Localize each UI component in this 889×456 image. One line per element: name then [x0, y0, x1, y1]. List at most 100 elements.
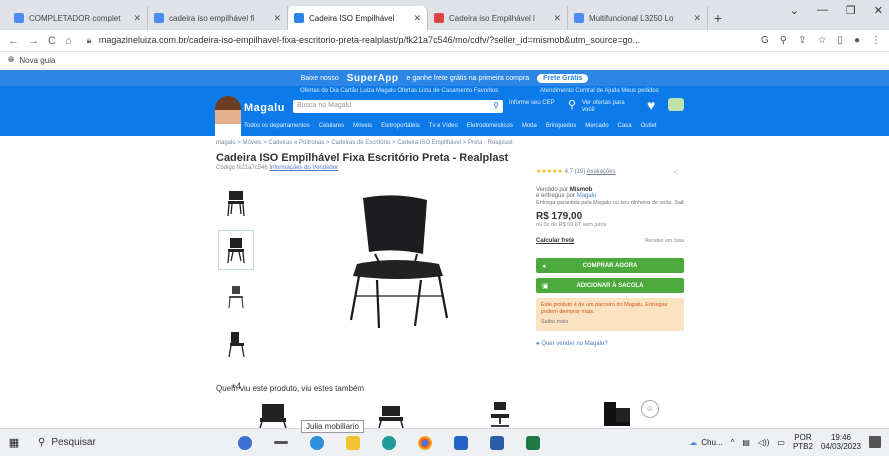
notifications-icon[interactable]: [869, 436, 881, 448]
windows-start-icon[interactable]: ▦: [0, 436, 28, 449]
product-price: R$ 179,00: [536, 211, 583, 222]
profile-icon[interactable]: ●: [854, 35, 860, 46]
main-product-image[interactable]: [335, 192, 465, 332]
chat-icon[interactable]: ☺: [641, 400, 659, 418]
sidebar-icon[interactable]: ▯: [837, 35, 843, 46]
menu-item[interactable]: Mercado: [585, 123, 608, 129]
thumbnail-image-selected[interactable]: [218, 230, 254, 270]
search-input[interactable]: Busca no Magalu ⚲: [293, 100, 503, 113]
browser-tab[interactable]: cadeira iso empilhável fi ✕: [148, 6, 288, 30]
browser-tab[interactable]: Cadeira iso Empilhável l ✕: [428, 6, 568, 30]
related-product-image[interactable]: [485, 400, 515, 428]
chevron-down-icon[interactable]: ⌄: [790, 4, 799, 17]
taskbar-apps: [238, 435, 540, 450]
related-product-image[interactable]: [376, 404, 406, 428]
system-tray: ☁ Chu... ^ ▤ ◁)) ▭ POR PTB2 19:46 04/03/…: [689, 428, 889, 456]
location-pin-icon[interactable]: ⚲: [568, 98, 578, 111]
task-view-icon[interactable]: [274, 441, 288, 444]
google-icon: [574, 13, 584, 23]
thumbnail-image[interactable]: [218, 324, 254, 364]
menu-item[interactable]: Todos os departamentos: [244, 123, 310, 129]
edge-browser-icon[interactable]: [382, 435, 396, 450]
bookmark-new-tab[interactable]: Nova guia: [19, 56, 55, 65]
promo-banner[interactable]: Baixe nosso SuperApp e ganhe frete gráti…: [0, 70, 889, 86]
favorites-heart-icon[interactable]: ♥: [647, 97, 655, 113]
buy-now-button[interactable]: ◂ COMPRAR AGORA: [536, 258, 684, 273]
edge-icon[interactable]: [310, 435, 324, 450]
minimize-icon[interactable]: —: [817, 4, 828, 17]
menu-item[interactable]: Eletroportáteis: [381, 123, 420, 129]
widgets-icon[interactable]: [238, 435, 252, 450]
bookmark-star-icon[interactable]: ☆: [817, 35, 826, 46]
browser-tab-active[interactable]: Cadeira ISO Empilhável ✕: [288, 6, 428, 30]
menu-item[interactable]: Eletrodomésticos: [467, 123, 513, 129]
reload-icon[interactable]: C: [48, 35, 56, 47]
close-tab-icon[interactable]: ✕: [413, 13, 421, 24]
seller-info-link[interactable]: Informações do Vendedor: [269, 165, 338, 171]
lock-icon[interactable]: 🔒︎: [87, 35, 92, 45]
notice-link[interactable]: Saiba mais: [541, 319, 679, 326]
menu-item[interactable]: Móveis: [353, 123, 372, 129]
share-icon[interactable]: ⇪: [798, 35, 806, 46]
google-lens-icon[interactable]: G: [761, 35, 769, 46]
header-sublinks-right[interactable]: Atendimento Central de Ajuda Meus pedido…: [540, 88, 659, 94]
word-icon[interactable]: [490, 435, 504, 450]
chrome-icon[interactable]: [418, 435, 432, 450]
more-menu-icon[interactable]: ⋮: [871, 35, 881, 46]
language-indicator[interactable]: POR PTB2: [793, 433, 813, 451]
cep-text[interactable]: Ver ofertas para você: [582, 100, 632, 114]
clock[interactable]: 19:46 04/03/2023: [821, 433, 861, 451]
reviews-link[interactable]: Avaliações: [587, 169, 616, 175]
network-icon[interactable]: ▤: [742, 438, 750, 447]
breadcrumb[interactable]: magalu > Móveis > Cadeiras e Poltronas >…: [216, 140, 513, 146]
share-icon[interactable]: <: [673, 168, 678, 177]
menu-item[interactable]: Casa: [618, 123, 632, 129]
chevron-up-icon[interactable]: ^: [731, 438, 735, 447]
buy-box: ★★★★★ 4.7 (19) Avaliações < Vendido por …: [536, 168, 684, 347]
browser-tab[interactable]: COMPLETADOR complet ✕: [8, 6, 148, 30]
menu-item[interactable]: Celulares: [319, 123, 344, 129]
search-icon[interactable]: ⚲: [493, 101, 499, 110]
close-tab-icon[interactable]: ✕: [553, 13, 561, 24]
menu-item[interactable]: Moda: [522, 123, 537, 129]
volume-icon[interactable]: ◁)): [758, 438, 769, 447]
freight-row: Calcular frete Receber em casa: [536, 238, 684, 244]
delivered-by-link[interactable]: Magalu: [577, 193, 597, 199]
back-icon[interactable]: ←: [8, 35, 19, 47]
sell-on-magalu-link[interactable]: ● Quer vender no Magalu?: [536, 341, 684, 347]
header-sublinks[interactable]: Ofertas do Dia Cartão Luiza Magalu Ofert…: [300, 88, 498, 94]
browser-tab[interactable]: Multifuncional L3250 Lo ✕: [568, 6, 708, 30]
add-to-bag-button[interactable]: ▣ ADICIONAR À SACOLA: [536, 278, 684, 293]
new-tab-button[interactable]: +: [708, 6, 728, 30]
battery-icon[interactable]: ▭: [777, 438, 785, 447]
close-tab-icon[interactable]: ✕: [273, 13, 281, 24]
location-text[interactable]: Informe seu CEP: [509, 100, 559, 107]
maximize-icon[interactable]: ❐: [846, 4, 856, 17]
cart-icon[interactable]: [668, 98, 684, 111]
close-window-icon[interactable]: ✕: [874, 4, 883, 17]
thumbnail-image[interactable]: [218, 277, 254, 317]
excel-icon[interactable]: [526, 435, 540, 450]
rating[interactable]: ★★★★★ 4.7 (19) Avaliações: [536, 168, 684, 175]
zoom-icon[interactable]: ⚲: [780, 35, 787, 46]
related-product-image[interactable]: [600, 400, 632, 428]
notice-text: Este produto é de um parceiro do Magalu.…: [541, 302, 668, 315]
thumbnail-image[interactable]: [218, 183, 254, 223]
store-icon[interactable]: [454, 435, 468, 450]
free-shipping-button[interactable]: Frete Grátis: [537, 73, 589, 83]
forward-icon[interactable]: →: [28, 35, 39, 47]
toolbar-icons: G ⚲ ⇪ ☆ ▯ ● ⋮: [761, 35, 881, 46]
close-tab-icon[interactable]: ✕: [133, 13, 141, 24]
calculate-freight-link[interactable]: Calcular frete: [536, 238, 574, 244]
menu-item[interactable]: Brinquedos: [546, 123, 576, 129]
home-icon[interactable]: ⌂: [65, 35, 72, 47]
url-field[interactable]: 🔒︎ magazineluiza.com.br/cadeira-iso-empi…: [81, 35, 752, 46]
menu-item[interactable]: Outlet: [641, 123, 657, 129]
related-product-image[interactable]: [258, 402, 288, 428]
magalu-logo[interactable]: Magalu: [244, 102, 285, 114]
menu-item[interactable]: Tv e Vídeo: [429, 123, 458, 129]
close-tab-icon[interactable]: ✕: [693, 13, 701, 24]
weather-widget[interactable]: ☁ Chu...: [689, 438, 722, 447]
file-explorer-icon[interactable]: [346, 435, 360, 450]
taskbar-search[interactable]: ⚲ Pesquisar: [28, 437, 198, 448]
